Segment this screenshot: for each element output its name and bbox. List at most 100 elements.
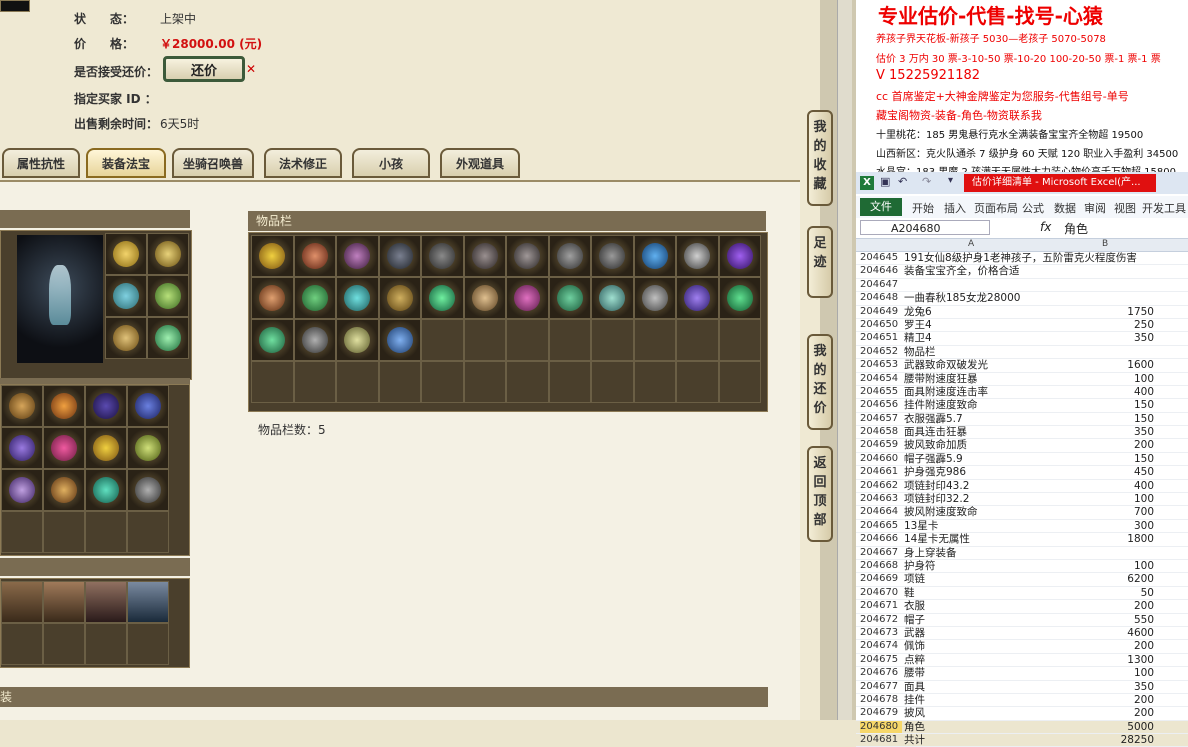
inventory-slot[interactable] bbox=[633, 277, 676, 319]
undo-icon[interactable]: ↶ bbox=[898, 175, 907, 188]
cell-b[interactable]: 150 bbox=[1044, 453, 1154, 465]
bag-slot[interactable] bbox=[127, 385, 169, 427]
row-number[interactable]: 204677 bbox=[860, 681, 902, 693]
inventory-slot[interactable] bbox=[463, 277, 506, 319]
inventory-slot[interactable] bbox=[251, 277, 294, 319]
row-number[interactable]: 204664 bbox=[860, 506, 902, 518]
table-row[interactable]: 204666 14星卡无属性 1800 bbox=[856, 533, 1188, 547]
inventory-slot[interactable] bbox=[336, 319, 379, 361]
table-row[interactable]: 204665 13星卡 300 bbox=[856, 520, 1188, 534]
cell-a[interactable]: 191女仙8级护身1老神孩子，五阶雷克火程度伤害 bbox=[904, 252, 1139, 264]
row-number[interactable]: 204655 bbox=[860, 386, 902, 398]
inventory-slot[interactable] bbox=[591, 277, 634, 319]
cell-b[interactable]: 350 bbox=[1044, 426, 1154, 438]
inventory-slot[interactable] bbox=[548, 235, 591, 277]
excel-app-icon[interactable]: X bbox=[860, 176, 874, 190]
table-row[interactable]: 204650 罗王4 250 bbox=[856, 319, 1188, 333]
inventory-slot[interactable] bbox=[633, 361, 676, 403]
tab-mounts-pets[interactable]: 坐骑召唤兽 bbox=[172, 148, 254, 178]
inventory-slot[interactable] bbox=[676, 277, 719, 319]
cell-b[interactable]: 50 bbox=[1044, 587, 1154, 599]
my-counter-offers-button[interactable]: 我的还价 bbox=[807, 334, 833, 430]
cell-b[interactable]: 1750 bbox=[1044, 306, 1154, 318]
row-number[interactable]: 204674 bbox=[860, 640, 902, 652]
formula-input[interactable]: 角色 bbox=[1064, 220, 1088, 237]
bag-slot[interactable] bbox=[127, 511, 169, 553]
cell-b[interactable]: 150 bbox=[1044, 399, 1154, 411]
row-number[interactable]: 204663 bbox=[860, 493, 902, 505]
inventory-slot[interactable] bbox=[336, 277, 379, 319]
table-row[interactable]: 204648 一曲春秋185女龙28000 bbox=[856, 292, 1188, 306]
quick-access-dropdown-icon[interactable]: ▾ bbox=[948, 175, 953, 186]
row-number[interactable]: 204647 bbox=[860, 279, 902, 291]
cell-b[interactable]: 400 bbox=[1044, 480, 1154, 492]
inventory-slot[interactable] bbox=[633, 235, 676, 277]
table-row[interactable]: 204669 项链 6200 bbox=[856, 573, 1188, 587]
table-row[interactable]: 204649 龙兔6 1750 bbox=[856, 306, 1188, 319]
bag-slot[interactable] bbox=[127, 469, 169, 511]
inventory-slot[interactable] bbox=[591, 319, 634, 361]
row-number[interactable]: 204680 bbox=[860, 720, 902, 734]
inventory-slot[interactable] bbox=[718, 319, 761, 361]
table-row[interactable]: 204676 腰带 100 bbox=[856, 667, 1188, 681]
table-row[interactable]: 204663 项链封印32.2 100 bbox=[856, 493, 1188, 507]
cell-b[interactable]: 550 bbox=[1044, 614, 1154, 626]
table-row[interactable]: 204681 共计 28250 bbox=[856, 734, 1188, 747]
inventory-slot[interactable] bbox=[676, 235, 719, 277]
table-row[interactable]: 204657 衣服强霹5.7 150 bbox=[856, 413, 1188, 427]
inventory-slot[interactable] bbox=[293, 319, 336, 361]
cell-b[interactable]: 400 bbox=[1044, 386, 1154, 398]
row-number[interactable]: 204675 bbox=[860, 654, 902, 666]
page-scrollbar[interactable] bbox=[837, 0, 852, 720]
cell-b[interactable]: 200 bbox=[1044, 640, 1154, 652]
cell-b[interactable]: 250 bbox=[1044, 319, 1154, 331]
row-number[interactable]: 204652 bbox=[860, 346, 902, 358]
inventory-slot[interactable] bbox=[506, 319, 549, 361]
cell-b[interactable]: 1800 bbox=[1044, 533, 1154, 545]
ribbon-tab-view[interactable]: 视图 bbox=[1114, 200, 1136, 216]
table-row[interactable]: 204651 精卫4 350 bbox=[856, 332, 1188, 346]
bag-slot[interactable] bbox=[43, 385, 85, 427]
cell-a[interactable]: 物品栏 bbox=[904, 346, 1139, 358]
pet-slot[interactable] bbox=[43, 623, 85, 665]
row-number[interactable]: 204653 bbox=[860, 359, 902, 371]
cell-b[interactable]: 1600 bbox=[1044, 359, 1154, 371]
inventory-slot[interactable] bbox=[421, 361, 464, 403]
row-number[interactable]: 204672 bbox=[860, 614, 902, 626]
row-number[interactable]: 204673 bbox=[860, 627, 902, 639]
ribbon-tab-page-layout[interactable]: 页面布局 bbox=[974, 200, 1018, 216]
table-row[interactable]: 204674 佩饰 200 bbox=[856, 640, 1188, 654]
bag-slot[interactable] bbox=[43, 427, 85, 469]
table-row[interactable]: 204673 武器 4600 bbox=[856, 627, 1188, 641]
pet-portrait[interactable] bbox=[43, 581, 85, 623]
table-row[interactable]: 204668 护身符 100 bbox=[856, 560, 1188, 574]
save-icon[interactable]: ▣ bbox=[880, 175, 890, 188]
row-number[interactable]: 204660 bbox=[860, 453, 902, 465]
row-number[interactable]: 204681 bbox=[860, 734, 902, 746]
inventory-slot[interactable] bbox=[251, 361, 294, 403]
table-row[interactable]: 204675 点粹 1300 bbox=[856, 654, 1188, 668]
row-number[interactable]: 204676 bbox=[860, 667, 902, 679]
table-row[interactable]: 204660 帽子强霹5.9 150 bbox=[856, 453, 1188, 467]
pet-slot[interactable] bbox=[1, 623, 43, 665]
inventory-slot[interactable] bbox=[336, 235, 379, 277]
cell-b[interactable]: 100 bbox=[1044, 667, 1154, 679]
cell-b[interactable]: 1300 bbox=[1044, 654, 1154, 666]
cell-a[interactable]: 装备宝宝齐全，价格合适 bbox=[904, 265, 1139, 277]
inventory-slot[interactable] bbox=[506, 361, 549, 403]
name-box[interactable]: A204680 bbox=[860, 220, 990, 235]
table-row[interactable]: 204670 鞋 50 bbox=[856, 587, 1188, 601]
bag-slot[interactable] bbox=[85, 469, 127, 511]
table-row[interactable]: 204654 腰带附速度狂暴 100 bbox=[856, 373, 1188, 386]
ribbon-tab-data[interactable]: 数据 bbox=[1054, 200, 1076, 216]
inventory-slot[interactable] bbox=[421, 277, 464, 319]
ribbon-tab-review[interactable]: 审阅 bbox=[1084, 200, 1106, 216]
footprint-button[interactable]: 足迹 bbox=[807, 226, 833, 298]
inventory-slot[interactable] bbox=[676, 319, 719, 361]
equip-slot[interactable] bbox=[105, 275, 147, 317]
inventory-slot[interactable] bbox=[336, 361, 379, 403]
row-number[interactable]: 204665 bbox=[860, 520, 902, 532]
inventory-slot[interactable] bbox=[378, 235, 421, 277]
pet-portrait[interactable] bbox=[127, 581, 169, 623]
tab-appearance[interactable]: 外观道具 bbox=[440, 148, 520, 178]
